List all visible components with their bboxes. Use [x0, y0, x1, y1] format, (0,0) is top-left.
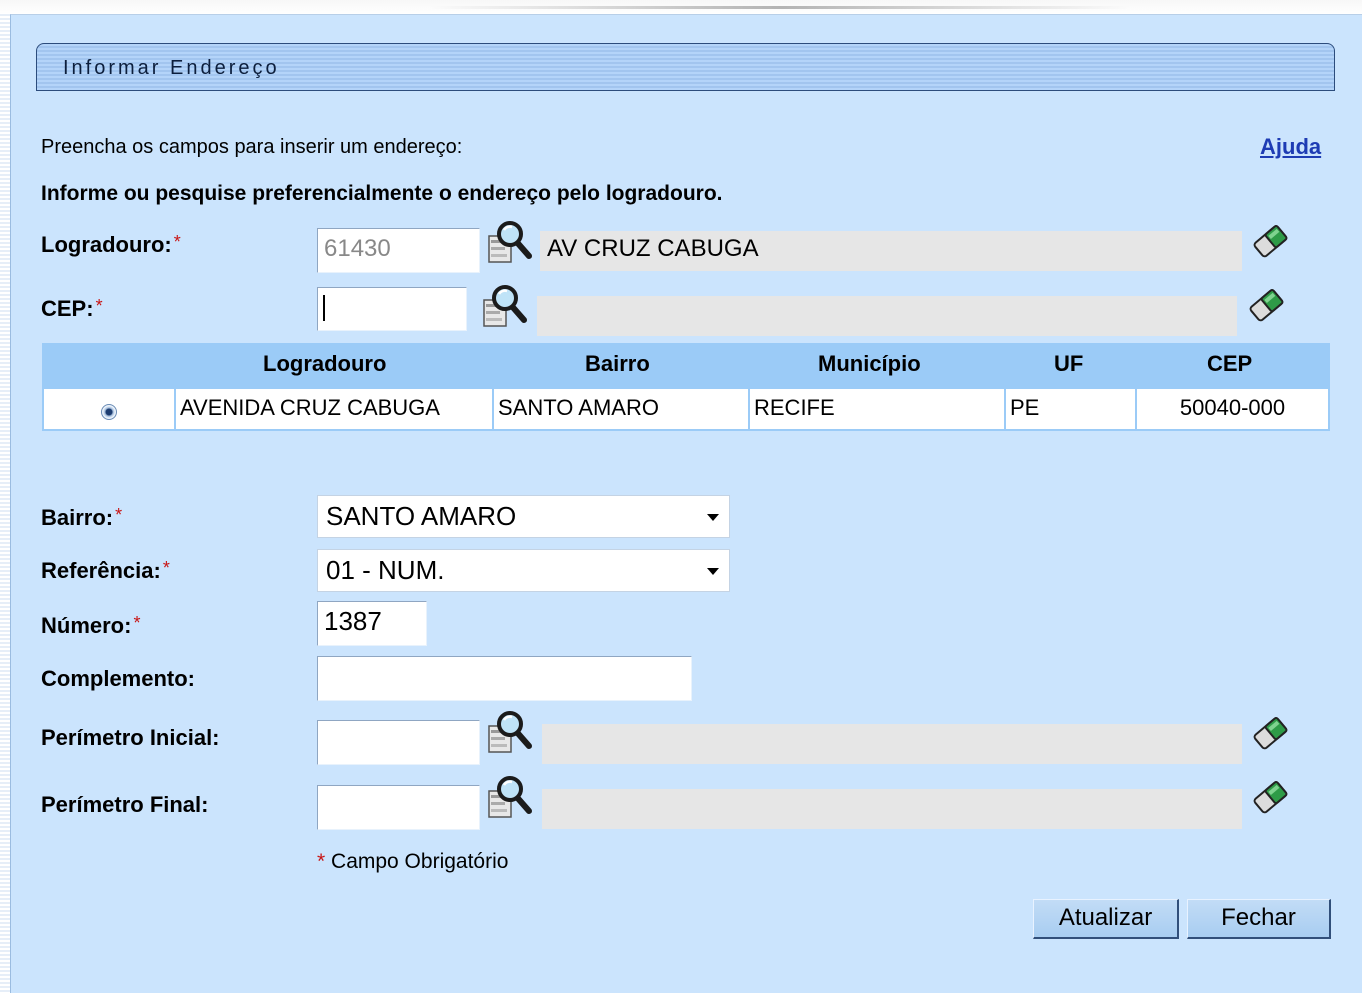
window-title: Informar Endereço: [63, 57, 280, 79]
perimetro-final-clear-eraser-icon[interactable]: [1244, 774, 1296, 820]
title-bar: Informar Endereço: [36, 43, 1335, 91]
cell-logradouro: AVENIDA CRUZ CABUGA: [176, 389, 494, 429]
perimetro-inicial-name-display: [542, 724, 1242, 764]
close-button[interactable]: Fechar: [1187, 899, 1331, 939]
required-note-text: Campo Obrigatório: [331, 850, 509, 873]
required-asterisk: *: [115, 505, 123, 525]
perimetro-final-label: Perímetro Final:: [41, 792, 209, 817]
required-field-note: * Campo Obrigatório: [317, 850, 508, 874]
bairro-label: Bairro: *: [41, 505, 122, 531]
column-header-bairro: Bairro: [585, 351, 650, 376]
column-header-cep: CEP: [1207, 351, 1253, 376]
row-select-cell[interactable]: [44, 389, 176, 429]
bairro-selected-value: SANTO AMARO: [326, 501, 517, 531]
required-asterisk: *: [173, 232, 181, 252]
perimetro-inicial-label: Perímetro Inicial:: [41, 725, 220, 750]
logradouro-label: Logradouro: *: [41, 232, 181, 258]
complemento-label: Complemento:: [41, 666, 195, 691]
cep-label: CEP: *: [41, 296, 103, 322]
numero-label-text: Número:: [41, 613, 132, 638]
required-asterisk: *: [162, 558, 170, 578]
cep-search-icon[interactable]: [480, 284, 532, 330]
dropdown-arrow-icon: [707, 513, 719, 521]
row-radio-button[interactable]: [101, 404, 117, 420]
dropdown-arrow-icon: [707, 567, 719, 575]
update-button[interactable]: Atualizar: [1033, 899, 1179, 939]
top-shadow: [0, 0, 1362, 14]
cep-name-display: [537, 296, 1237, 336]
column-header-logradouro: Logradouro: [263, 351, 387, 376]
required-asterisk: *: [133, 613, 141, 633]
cell-municipio: RECIFE: [750, 389, 1006, 429]
cell-cep: 50040-000: [1179, 395, 1286, 420]
bairro-select[interactable]: SANTO AMARO: [317, 495, 730, 538]
cell-uf: PE: [1006, 389, 1137, 429]
numero-label: Número: *: [41, 613, 140, 639]
table-row[interactable]: AVENIDA CRUZ CABUGA SANTO AMARO RECIFE P…: [42, 387, 1330, 431]
help-link[interactable]: Ajuda: [1260, 134, 1321, 160]
perimetro-final-name-display: [542, 789, 1242, 829]
text-caret: [323, 295, 325, 321]
perimetro-inicial-code-input[interactable]: [317, 720, 480, 765]
instructions-emphasis: Informe ou pesquise preferencialmente o …: [41, 182, 723, 205]
referencia-selected-value: 01 - NUM.: [326, 555, 445, 585]
required-asterisk: *: [95, 296, 103, 316]
cep-clear-eraser-icon[interactable]: [1240, 282, 1292, 328]
column-header-municipio: Município: [818, 351, 921, 376]
cep-label-text: CEP:: [41, 296, 94, 321]
perimetro-inicial-search-icon[interactable]: [485, 710, 537, 756]
perimetro-inicial-clear-eraser-icon[interactable]: [1244, 710, 1296, 756]
results-table-header: Logradouro Bairro Município UF CEP: [42, 343, 1330, 387]
required-asterisk: *: [317, 850, 326, 873]
column-header-uf: UF: [1054, 351, 1084, 376]
logradouro-search-icon[interactable]: [485, 220, 537, 266]
cell-bairro: SANTO AMARO: [494, 389, 750, 429]
logradouro-label-text: Logradouro:: [41, 232, 172, 257]
referencia-select[interactable]: 01 - NUM.: [317, 549, 730, 592]
logradouro-clear-eraser-icon[interactable]: [1244, 218, 1296, 264]
cep-code-input[interactable]: [317, 287, 467, 331]
instructions-text: Preencha os campos para inserir um ender…: [41, 136, 463, 158]
bairro-label-text: Bairro:: [41, 505, 114, 530]
window-left-edge: [0, 14, 10, 992]
perimetro-final-code-input[interactable]: [317, 785, 480, 830]
referencia-label: Referência: *: [41, 558, 170, 584]
numero-input[interactable]: 1387: [317, 601, 427, 646]
perimetro-final-search-icon[interactable]: [485, 775, 537, 821]
referencia-label-text: Referência:: [41, 558, 161, 583]
logradouro-name-display: AV CRUZ CABUGA: [540, 231, 1242, 271]
logradouro-code-input[interactable]: 61430: [317, 228, 480, 273]
complemento-input[interactable]: [317, 656, 692, 701]
